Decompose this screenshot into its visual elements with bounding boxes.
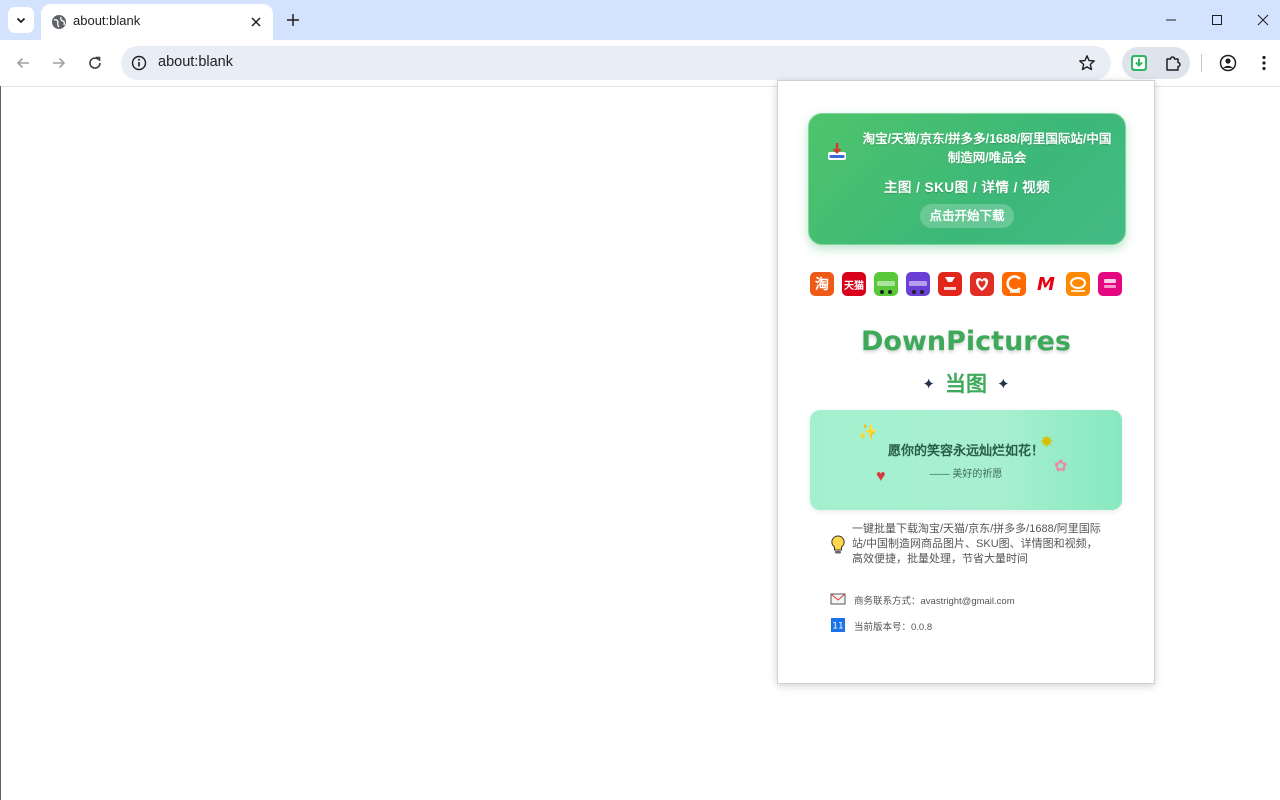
made-in-china-icon: M	[1034, 272, 1058, 296]
tmall-icon: 天猫	[842, 272, 866, 296]
lightbulb-icon	[831, 535, 845, 554]
minimize-icon	[1166, 19, 1176, 21]
version-text: 当前版本号：0.0.8	[854, 622, 933, 633]
1688-icon	[1002, 272, 1026, 296]
chrome-menu-button[interactable]	[1250, 49, 1278, 77]
globe-icon	[52, 15, 66, 29]
back-button[interactable]	[9, 49, 37, 77]
tab-strip: about:blank	[0, 0, 1280, 40]
wish-card: ✨ ✸ ♥ ✿ 愿你的笑容永远灿烂如花！ —— 美好的祈愿	[810, 410, 1122, 510]
plus-icon	[287, 14, 299, 26]
download-extension-icon	[1131, 55, 1147, 71]
start-download-button[interactable]: 点击开始下载	[920, 204, 1014, 228]
forward-button[interactable]	[45, 49, 73, 77]
window-close-button[interactable]	[1240, 0, 1280, 40]
arrow-left-icon	[16, 57, 29, 69]
vip-icon	[1098, 272, 1122, 296]
tmall-global-icon	[906, 272, 930, 296]
sparkles-icon: ✨	[858, 424, 878, 441]
info-icon	[131, 55, 147, 71]
maximize-button[interactable]	[1194, 0, 1240, 40]
contact-text: 商务联系方式：avastright@gmail.com	[854, 596, 1015, 607]
reload-button[interactable]	[81, 49, 109, 77]
star-icon	[1079, 55, 1095, 71]
maximize-icon	[1212, 15, 1222, 25]
kebab-menu-icon	[1262, 55, 1266, 71]
hero-content-types: 主图 / SKU图 / 详情 / 视频	[883, 180, 1051, 195]
toolbar-separator	[1201, 54, 1202, 72]
extension-popup: 淘宝/天猫/京东/拼多多/1688/阿里国际站/中国制造网/唯品会 主图 / S…	[777, 80, 1155, 684]
arrow-right-icon	[53, 57, 66, 69]
chevron-down-icon	[16, 17, 26, 24]
brand-sub-text: 当图	[945, 373, 987, 396]
address-bar[interactable]: about:blank	[121, 46, 1111, 80]
address-bar-url[interactable]: about:blank	[158, 54, 233, 70]
sparkle-icon: ✦	[997, 376, 1010, 393]
bookmark-button[interactable]	[1077, 53, 1097, 73]
brand-name: DownPictures	[860, 326, 1071, 357]
tab-title: about:blank	[73, 13, 141, 28]
tmall-supermarket-icon	[874, 272, 898, 296]
profile-button[interactable]	[1214, 49, 1242, 77]
puzzle-icon	[1166, 56, 1181, 71]
tab-close-button[interactable]	[246, 12, 266, 32]
window-close-icon	[1257, 14, 1269, 26]
site-info-button[interactable]	[129, 53, 149, 73]
downpictures-extension-button[interactable]	[1122, 47, 1156, 79]
alibaba-icon	[1066, 272, 1090, 296]
sparkle-icon: ✦	[922, 376, 935, 393]
wish-attribution: —— 美好的祈愿	[929, 469, 1003, 480]
download-card[interactable]: 淘宝/天猫/京东/拼多多/1688/阿里国际站/中国制造网/唯品会 主图 / S…	[808, 113, 1126, 245]
envelope-icon	[830, 593, 846, 605]
new-tab-button[interactable]	[282, 9, 304, 31]
wish-title: 愿你的笑容永远灿烂如花！	[887, 443, 1044, 458]
viewport-edge	[0, 86, 1, 800]
platform-icons-row: 淘 天猫 M	[810, 272, 1124, 298]
pinduoduo-icon	[970, 272, 994, 296]
jd-icon	[938, 272, 962, 296]
extensions-menu-button[interactable]	[1156, 47, 1190, 79]
download-tray-icon	[828, 143, 846, 160]
close-icon	[251, 17, 261, 27]
tab-search-button[interactable]	[8, 7, 34, 33]
version-icon: 11	[831, 618, 845, 632]
reload-icon	[89, 56, 101, 69]
svg-text:11: 11	[832, 622, 843, 632]
profile-icon	[1219, 54, 1237, 72]
hero-platforms-text: 淘宝/天猫/京东/拼多多/1688/阿里国际站/中国制造网/唯品会	[862, 132, 1112, 165]
taobao-icon: 淘	[810, 272, 834, 296]
minimize-button[interactable]	[1148, 0, 1194, 40]
tab-active[interactable]: about:blank	[41, 4, 273, 40]
brand-sub: ✦ 当图 ✦	[778, 368, 1154, 398]
description-text: 一键批量下载淘宝/天猫/京东/拼多多/1688/阿里国际站/中国制造网商品图片、…	[852, 523, 1101, 565]
